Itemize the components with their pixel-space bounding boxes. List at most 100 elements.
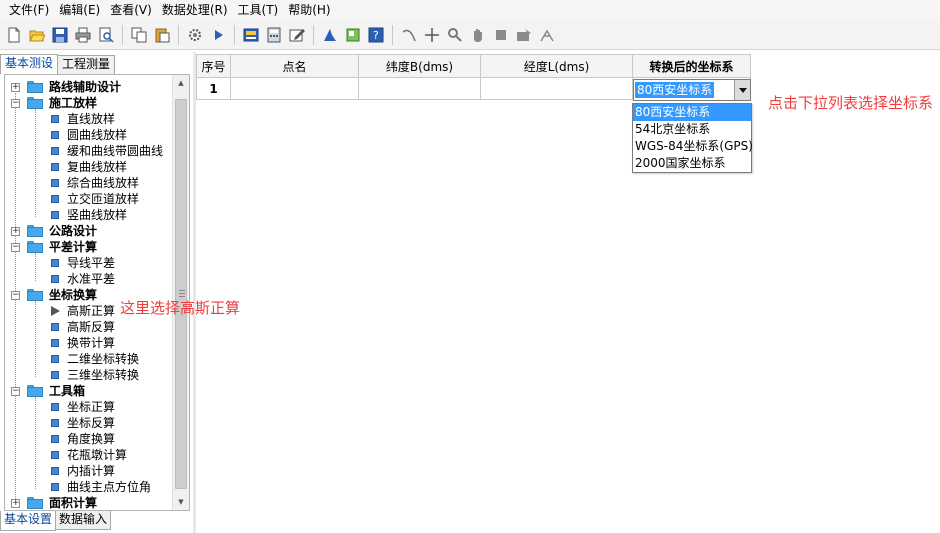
camera-icon[interactable] xyxy=(514,25,534,45)
leaf-node-icon xyxy=(51,355,59,363)
tree-leaf-label: 高斯反算 xyxy=(67,320,116,334)
tree-leaf-compound-curve[interactable]: 复曲线放样 xyxy=(5,159,171,175)
help-icon[interactable]: ? xyxy=(366,25,386,45)
dropdown-button[interactable] xyxy=(734,80,750,100)
tree-leaf-transition-curve[interactable]: 缓和曲线带圆曲线 xyxy=(5,143,171,159)
tree-leaf-combined-curve[interactable]: 综合曲线放样 xyxy=(5,175,171,191)
leaf-node-icon xyxy=(51,115,59,123)
tree-leaf-interpolation[interactable]: 内插计算 xyxy=(5,463,171,479)
crosshair-icon[interactable] xyxy=(422,25,442,45)
leaf-node-icon xyxy=(51,451,59,459)
scroll-up-icon[interactable]: ▲ xyxy=(173,75,189,91)
expand-plus-icon[interactable]: + xyxy=(11,83,20,92)
longitude-cell[interactable] xyxy=(480,77,633,100)
left-tab-strip: 基本测设 工程测量 xyxy=(0,54,192,74)
tree-leaf-curve-main-azimuth[interactable]: 曲线主点方位角 xyxy=(5,479,171,495)
crs-option-beijing54[interactable]: 54北京坐标系 xyxy=(633,121,751,138)
tree-leaf-label: 圆曲线放样 xyxy=(67,128,128,142)
crs-option-xian80[interactable]: 80西安坐标系 xyxy=(633,104,751,121)
menu-tools[interactable]: 工具(T) xyxy=(233,0,284,20)
measure-icon[interactable] xyxy=(537,25,557,45)
settings-gear-icon[interactable] xyxy=(185,25,205,45)
edit-note-icon[interactable] xyxy=(287,25,307,45)
tree-leaf-coord-forward[interactable]: 坐标正算 xyxy=(5,399,171,415)
tree-leaf-label: 角度换算 xyxy=(67,432,116,446)
tree-leaf-label: 曲线主点方位角 xyxy=(67,480,152,494)
tree-node-area-calc[interactable]: + 面积计算 xyxy=(5,495,171,510)
menu-edit[interactable]: 编辑(E) xyxy=(54,0,105,20)
tree-node-adjustment[interactable]: − 平差计算 xyxy=(5,239,171,255)
menu-help[interactable]: 帮助(H) xyxy=(283,0,335,20)
tree-scrollbar[interactable]: ▲ ▼ xyxy=(172,75,189,510)
row-number-cell[interactable]: 1 xyxy=(196,77,231,100)
tree-node-route-aux[interactable]: + 路线辅助设计 xyxy=(5,79,171,95)
copy-icon[interactable] xyxy=(129,25,149,45)
leaf-node-icon xyxy=(51,371,59,379)
col-header-index[interactable]: 序号 xyxy=(196,54,231,78)
new-file-icon[interactable] xyxy=(4,25,24,45)
tree-leaf-traverse-adjust[interactable]: 导线平差 xyxy=(5,255,171,271)
collapse-minus-icon[interactable]: − xyxy=(11,291,20,300)
tree-leaf-gauss-inverse[interactable]: 高斯反算 xyxy=(5,319,171,335)
tree-leaf-label: 复曲线放样 xyxy=(67,160,128,174)
tree-node-highway[interactable]: + 公路设计 xyxy=(5,223,171,239)
crs-combobox[interactable]: 80西安坐标系 xyxy=(633,79,751,101)
export-icon[interactable] xyxy=(343,25,363,45)
col-header-latitude[interactable]: 纬度B(dms) xyxy=(358,54,481,78)
crs-option-cgcs2000[interactable]: 2000国家坐标系 xyxy=(633,155,751,172)
tab-data-input[interactable]: 数据输入 xyxy=(55,511,112,530)
print-icon[interactable] xyxy=(73,25,93,45)
scroll-thumb[interactable] xyxy=(175,99,187,489)
tree-leaf-level-adjust[interactable]: 水准平差 xyxy=(5,271,171,287)
zoom-icon[interactable] xyxy=(445,25,465,45)
tree-leaf-3d-transform[interactable]: 三维坐标转换 xyxy=(5,367,171,383)
tab-basic-survey[interactable]: 基本测设 xyxy=(0,54,59,74)
tree-node-label: 工具箱 xyxy=(49,384,86,398)
tree-leaf-vertical-curve[interactable]: 竖曲线放样 xyxy=(5,207,171,223)
print-preview-icon[interactable] xyxy=(96,25,116,45)
paste-icon[interactable] xyxy=(152,25,172,45)
tree-leaf-zone-transform[interactable]: 换带计算 xyxy=(5,335,171,351)
tree-node-construction[interactable]: − 施工放样 xyxy=(5,95,171,111)
folder-icon xyxy=(27,225,43,237)
point-name-cell[interactable] xyxy=(230,77,359,100)
expand-plus-icon[interactable]: + xyxy=(11,227,20,236)
menu-view[interactable]: 查看(V) xyxy=(105,0,157,20)
tree-leaf-circular-curve[interactable]: 圆曲线放样 xyxy=(5,127,171,143)
scroll-down-icon[interactable]: ▼ xyxy=(173,494,189,510)
collapse-minus-icon[interactable]: − xyxy=(11,387,20,396)
tree-leaf-interchange-ramp[interactable]: 立交匝道放样 xyxy=(5,191,171,207)
open-folder-icon[interactable] xyxy=(27,25,47,45)
tree-leaf-vase-pier[interactable]: 花瓶墩计算 xyxy=(5,447,171,463)
col-header-point-name[interactable]: 点名 xyxy=(230,54,359,78)
tree-leaf-angle-convert[interactable]: 角度换算 xyxy=(5,431,171,447)
toolbar: ? xyxy=(0,20,940,50)
collapse-minus-icon[interactable]: − xyxy=(11,243,20,252)
pan-hand-icon[interactable] xyxy=(468,25,488,45)
menu-file[interactable]: 文件(F) xyxy=(4,0,54,20)
curve-icon[interactable] xyxy=(399,25,419,45)
calculator-screen-icon[interactable] xyxy=(241,25,261,45)
tree-leaf-straight-layout[interactable]: 直线放样 xyxy=(5,111,171,127)
col-header-target-crs[interactable]: 转换后的坐标系 xyxy=(632,54,751,78)
toolbar-separator xyxy=(122,24,123,45)
stop-icon[interactable] xyxy=(491,25,511,45)
chart-icon[interactable] xyxy=(320,25,340,45)
tree-leaf-2d-transform[interactable]: 二维坐标转换 xyxy=(5,351,171,367)
tree-leaf-label: 换带计算 xyxy=(67,336,116,350)
col-header-longitude[interactable]: 经度L(dms) xyxy=(480,54,633,78)
latitude-cell[interactable] xyxy=(358,77,481,100)
tree-leaf-coord-inverse[interactable]: 坐标反算 xyxy=(5,415,171,431)
calculator-icon[interactable] xyxy=(264,25,284,45)
tab-engineering-survey[interactable]: 工程测量 xyxy=(57,55,116,74)
collapse-minus-icon[interactable]: − xyxy=(11,99,20,108)
save-icon[interactable] xyxy=(50,25,70,45)
tree-node-toolbox[interactable]: − 工具箱 xyxy=(5,383,171,399)
run-icon[interactable] xyxy=(208,25,228,45)
menu-data-process[interactable]: 数据处理(R) xyxy=(157,0,233,20)
toolbar-separator xyxy=(313,24,314,45)
toolbar-separator xyxy=(392,24,393,45)
crs-option-wgs84[interactable]: WGS-84坐标系(GPS) xyxy=(633,138,753,155)
tab-basic-settings[interactable]: 基本设置 xyxy=(0,511,57,531)
expand-plus-icon[interactable]: + xyxy=(11,499,20,508)
